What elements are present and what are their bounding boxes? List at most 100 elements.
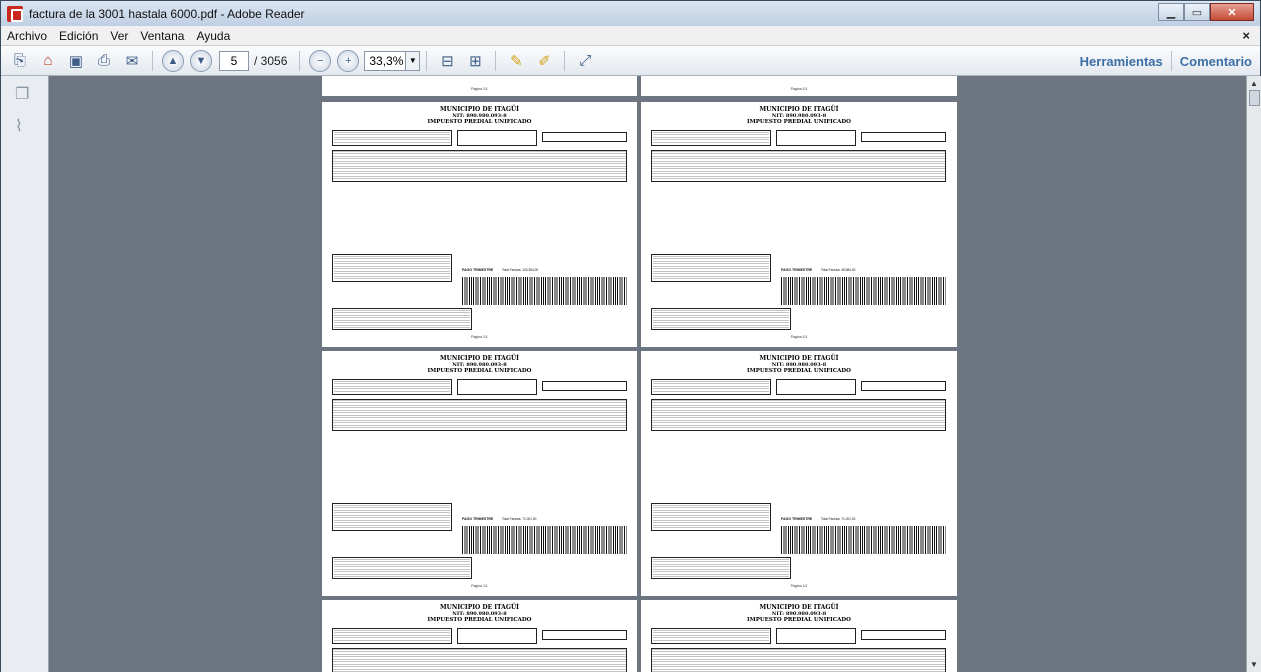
payment-summary-lines bbox=[334, 559, 470, 577]
title-bar: factura de la 3001 hastala 6000.pdf - Ad… bbox=[1, 1, 1260, 26]
toolbar-separator bbox=[299, 50, 301, 71]
municipio-title: MUNICIPIO DE ITAGÜÍ bbox=[439, 106, 519, 113]
impuesto-title: IMPUESTO PREDIAL UNIFICADO bbox=[747, 368, 851, 374]
total-factura: Total Factura: 71.001,00 bbox=[502, 517, 537, 521]
barcode-image bbox=[462, 526, 627, 554]
fit-width-icon[interactable]: ⊞ bbox=[464, 50, 486, 72]
payment-summary-lines bbox=[653, 310, 789, 328]
liquidation-rows bbox=[333, 400, 626, 430]
scroll-up-icon[interactable]: ▲ bbox=[1250, 79, 1258, 88]
stub-info-lines bbox=[334, 256, 450, 280]
minimize-button[interactable]: ▁ bbox=[1158, 3, 1184, 21]
maximize-button[interactable]: ▭ bbox=[1184, 3, 1210, 21]
window-title: factura de la 3001 hastala 6000.pdf - Ad… bbox=[29, 6, 305, 21]
period-box bbox=[776, 628, 856, 644]
next-page-icon[interactable]: ▼ bbox=[190, 49, 212, 72]
toolbar: ⎘ ⌂ ▣ ⎙ ✉ ▲ ▼ 5 / 3056 − + 33,3% ▼ ⊟ ⊞ ✎… bbox=[1, 46, 1260, 76]
menu-edicion[interactable]: Edición bbox=[53, 29, 104, 43]
zoom-in-icon[interactable]: + bbox=[337, 49, 360, 72]
menu-ayuda[interactable]: Ayuda bbox=[190, 29, 236, 43]
right-panel-links: Herramientas Comentario bbox=[1072, 46, 1260, 76]
total-factura: Total Factura: 71.001,00 bbox=[821, 517, 856, 521]
total-factura: Total Factura: 45.684,00 bbox=[821, 268, 856, 272]
email-icon[interactable]: ✉ bbox=[121, 50, 143, 72]
pago-trimestre-label: PAGO TRIMESTRE bbox=[781, 268, 813, 272]
owner-info-lines bbox=[653, 132, 769, 144]
pago-trimestre-label: PAGO TRIMESTRE bbox=[462, 517, 494, 521]
invoice-header: MUNICIPIO DE ITAGÜÍ NIT: 890.980.093-8 I… bbox=[322, 355, 637, 374]
pdf-page: MUNICIPIO DE ITAGÜÍ NIT: 890.980.093-8 I… bbox=[322, 351, 637, 596]
pago-trimestre-label: PAGO TRIMESTRE bbox=[781, 517, 813, 521]
page-fragment: Página 1/1 bbox=[641, 76, 957, 96]
invoice-header: MUNICIPIO DE ITAGÜÍ NIT: 890.980.093-8 I… bbox=[641, 106, 957, 125]
payment-summary-lines bbox=[334, 310, 470, 328]
zoom-select[interactable]: 33,3% ▼ bbox=[364, 50, 421, 71]
municipio-title: MUNICIPIO DE ITAGÜÍ bbox=[759, 604, 839, 611]
municipio-title: MUNICIPIO DE ITAGÜÍ bbox=[759, 355, 839, 362]
pdf-page: MUNICIPIO DE ITAGÜÍ NIT: 890.980.093-8 I… bbox=[322, 102, 637, 347]
invoice-header: MUNICIPIO DE ITAGÜÍ NIT: 890.980.093-8 I… bbox=[322, 106, 637, 125]
page-number-input[interactable]: 5 bbox=[219, 50, 249, 71]
menu-ventana[interactable]: Ventana bbox=[134, 29, 190, 43]
page-count: / 3056 bbox=[254, 53, 288, 68]
scroll-down-icon[interactable]: ▼ bbox=[1250, 660, 1258, 669]
menu-bar: Archivo Edición Ver Ventana Ayuda × bbox=[1, 26, 1260, 46]
toolbar-separator bbox=[152, 50, 153, 71]
print-icon[interactable]: ⎙ bbox=[93, 50, 115, 72]
comentario-link[interactable]: Comentario bbox=[1172, 54, 1260, 69]
adobe-reader-icon bbox=[7, 5, 23, 22]
herramientas-link[interactable]: Herramientas bbox=[1072, 54, 1171, 69]
menu-archivo[interactable]: Archivo bbox=[1, 29, 53, 43]
factura-number-box bbox=[542, 132, 627, 142]
page-footer: Página 1/1 bbox=[471, 584, 488, 588]
zoom-out-icon[interactable]: − bbox=[309, 49, 332, 72]
window-controls: ▁ ▭ ✕ bbox=[1158, 3, 1254, 21]
payment-summary-lines bbox=[653, 559, 789, 577]
municipio-title: MUNICIPIO DE ITAGÜÍ bbox=[439, 355, 519, 362]
vertical-scrollbar[interactable]: ▲ ▼ bbox=[1246, 76, 1261, 672]
highlight-icon[interactable]: ✐ bbox=[533, 50, 555, 72]
create-pdf-icon[interactable]: ⎘ bbox=[9, 50, 31, 72]
liquidation-rows bbox=[333, 649, 626, 672]
liquidation-rows bbox=[652, 400, 945, 430]
full-screen-icon[interactable]: ⤢ bbox=[574, 50, 596, 72]
toolbar-separator bbox=[564, 50, 566, 71]
pdf-page: MUNICIPIO DE ITAGÜÍ NIT: 890.980.093-8 I… bbox=[641, 102, 957, 347]
previous-page-icon[interactable]: ▲ bbox=[162, 49, 184, 72]
pdf-page: MUNICIPIO DE ITAGÜÍ NIT: 890.980.093-8 I… bbox=[641, 351, 957, 596]
factura-number-box bbox=[861, 132, 946, 142]
period-box bbox=[457, 130, 537, 146]
open-icon[interactable]: ⌂ bbox=[37, 50, 59, 72]
factura-number-box bbox=[861, 381, 946, 391]
close-button[interactable]: ✕ bbox=[1210, 3, 1254, 21]
owner-info-lines bbox=[653, 630, 769, 642]
municipio-title: MUNICIPIO DE ITAGÜÍ bbox=[439, 604, 519, 611]
fit-page-icon[interactable]: ⊟ bbox=[436, 50, 458, 72]
impuesto-title: IMPUESTO PREDIAL UNIFICADO bbox=[747, 119, 851, 125]
factura-number-box bbox=[542, 381, 627, 391]
factura-number-box bbox=[861, 630, 946, 640]
document-viewport[interactable]: Página 1/1 Página 1/1 MUNICIPIO DE ITAGÜ… bbox=[49, 76, 1261, 672]
page-footer: Página 1/1 bbox=[471, 335, 488, 339]
impuesto-title: IMPUESTO PREDIAL UNIFICADO bbox=[427, 368, 532, 374]
stub-info-lines bbox=[653, 256, 769, 280]
menu-ver[interactable]: Ver bbox=[104, 29, 134, 43]
pdf-page: MUNICIPIO DE ITAGÜÍ NIT: 890.980.093-8 I… bbox=[322, 600, 637, 672]
invoice-header: MUNICIPIO DE ITAGÜÍ NIT: 890.980.093-8 I… bbox=[641, 604, 957, 623]
chevron-down-icon[interactable]: ▼ bbox=[405, 51, 420, 70]
page-fragment: Página 1/1 bbox=[322, 76, 637, 96]
liquidation-rows bbox=[652, 649, 945, 672]
liquidation-rows bbox=[333, 151, 626, 181]
period-box bbox=[776, 379, 856, 395]
navigation-sidebar: ❐ ⌇ bbox=[1, 76, 49, 672]
save-icon[interactable]: ▣ bbox=[65, 50, 87, 72]
pago-trimestre-label: PAGO TRIMESTRE bbox=[462, 268, 494, 272]
period-box bbox=[457, 379, 537, 395]
impuesto-title: IMPUESTO PREDIAL UNIFICADO bbox=[427, 617, 532, 623]
page-thumbnails-icon[interactable]: ❐ bbox=[15, 84, 33, 103]
impuesto-title: IMPUESTO PREDIAL UNIFICADO bbox=[747, 617, 851, 623]
sticky-note-icon[interactable]: ✎ bbox=[505, 50, 527, 72]
scroll-thumb[interactable] bbox=[1249, 90, 1260, 106]
attachments-icon[interactable]: ⌇ bbox=[15, 116, 33, 135]
close-document-icon[interactable]: × bbox=[1242, 28, 1250, 43]
